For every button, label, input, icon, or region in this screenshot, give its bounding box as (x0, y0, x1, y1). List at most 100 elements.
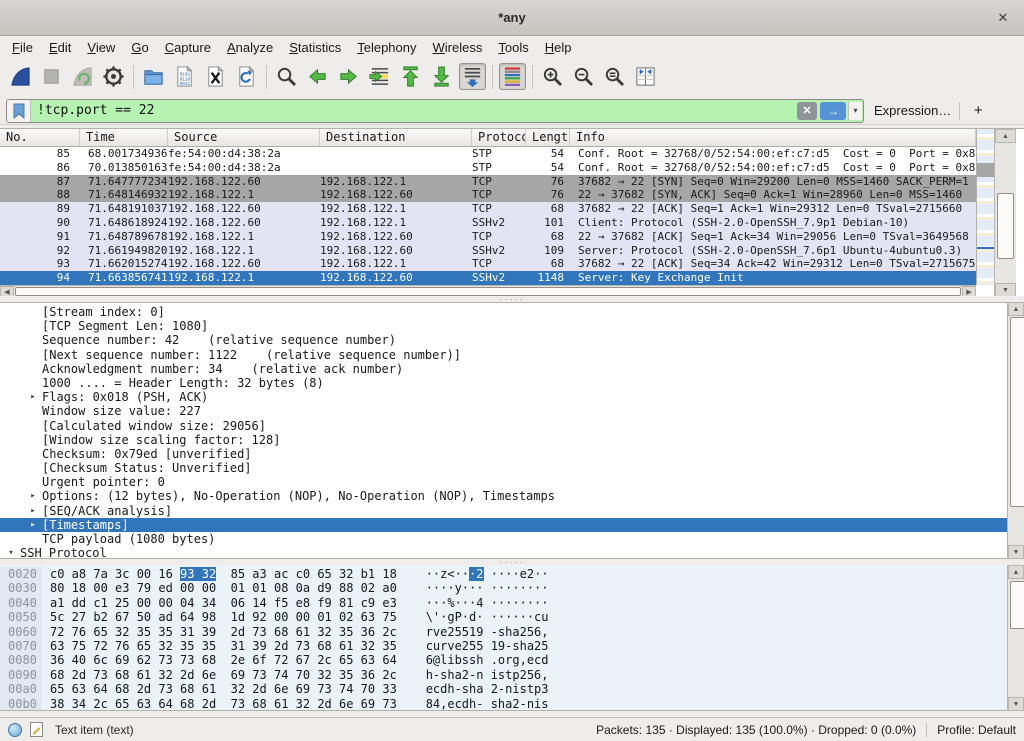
detail-line[interactable]: ▸[Timestamps] (0, 518, 1024, 532)
expression-button[interactable]: Expression… (874, 103, 951, 118)
menu-go[interactable]: Go (123, 38, 156, 57)
go-last-icon[interactable] (428, 63, 455, 90)
packet-list-minimap[interactable] (976, 129, 994, 285)
scroll-up-icon[interactable]: ▲ (1008, 302, 1024, 316)
detail-line[interactable]: Checksum: 0x79ed [unverified] (0, 447, 1024, 461)
detail-line[interactable]: Window size value: 227 (0, 404, 1024, 418)
packet-row-93[interactable]: 9371.662015274192.168.122.60192.168.122.… (0, 257, 976, 271)
detail-line[interactable]: Acknowledgment number: 34 (relative ack … (0, 362, 1024, 376)
scroll-up-icon[interactable]: ▲ (995, 129, 1016, 143)
scroll-down-icon[interactable]: ▼ (1008, 545, 1024, 559)
menu-capture[interactable]: Capture (157, 38, 219, 57)
go-forward-icon[interactable] (335, 63, 362, 90)
packet-list-vscrollbar[interactable]: ▲ ▼ (994, 129, 1016, 297)
menu-tools[interactable]: Tools (490, 38, 536, 57)
detail-line[interactable]: [Calculated window size: 29056] (0, 419, 1024, 433)
find-packet-icon[interactable] (273, 63, 300, 90)
reload-file-icon[interactable] (233, 63, 260, 90)
close-icon[interactable]: ✕ (994, 9, 1012, 27)
start-capture-icon[interactable] (7, 63, 34, 90)
menu-wireless[interactable]: Wireless (425, 38, 491, 57)
add-filter-button[interactable]: + (968, 102, 988, 119)
expander-closed-icon[interactable]: ▸ (26, 518, 40, 532)
column-header-info[interactable]: Info (570, 129, 976, 146)
scroll-thumb[interactable] (1010, 581, 1024, 629)
scroll-thumb[interactable] (15, 287, 961, 296)
filter-bookmark-icon[interactable] (7, 100, 31, 122)
zoom-out-icon[interactable] (570, 63, 597, 90)
go-back-icon[interactable] (304, 63, 331, 90)
expander-closed-icon[interactable]: ▸ (26, 489, 40, 503)
packet-row-85[interactable]: 8568.001734936fe:54:00:d4:38:2aSTP54Conf… (0, 147, 976, 161)
packet-row-94[interactable]: 9471.663856741192.168.122.1192.168.122.6… (0, 271, 976, 285)
detail-line[interactable]: [TCP Segment Len: 1080] (0, 319, 1024, 333)
packet-row-89[interactable]: 8971.648191037192.168.122.60192.168.122.… (0, 202, 976, 216)
hex-row-0080[interactable]: 008036 40 6c 69 62 73 73 68 2e 6f 72 67 … (0, 653, 1024, 667)
expander-closed-icon[interactable]: ▸ (26, 504, 40, 518)
detail-line[interactable]: [Next sequence number: 1122 (relative se… (0, 348, 1024, 362)
open-file-icon[interactable] (140, 63, 167, 90)
column-header-protocol[interactable]: Protocol (472, 129, 526, 146)
menu-telephony[interactable]: Telephony (349, 38, 424, 57)
filter-history-caret-icon[interactable]: ▾ (848, 102, 862, 120)
packet-row-88[interactable]: 8871.648146932192.168.122.1192.168.122.6… (0, 188, 976, 202)
hex-row-0070[interactable]: 007063 75 72 76 65 32 35 35 31 39 2d 73 … (0, 639, 1024, 653)
colorize-icon[interactable] (499, 63, 526, 90)
scroll-down-icon[interactable]: ▼ (995, 283, 1016, 297)
zoom-reset-icon[interactable] (601, 63, 628, 90)
detail-line[interactable]: ▸Options: (12 bytes), No-Operation (NOP)… (0, 489, 1024, 503)
column-header-length[interactable]: Length (526, 129, 570, 146)
bytes-vscrollbar[interactable]: ▲ ▼ (1007, 565, 1024, 711)
detail-line[interactable]: [Stream index: 0] (0, 305, 1024, 319)
restart-capture-icon[interactable] (69, 63, 96, 90)
menu-statistics[interactable]: Statistics (281, 38, 349, 57)
column-header-no[interactable]: No. (0, 129, 80, 146)
column-header-destination[interactable]: Destination (320, 129, 472, 146)
hex-row-00b0[interactable]: 00b038 34 2c 65 63 64 68 2d 73 68 61 32 … (0, 697, 1024, 711)
detail-line[interactable]: Sequence number: 42 (relative sequence n… (0, 333, 1024, 347)
status-profile[interactable]: Profile: Default (937, 723, 1016, 737)
hex-row-0040[interactable]: 0040a1 dd c1 25 00 00 04 34 06 14 f5 e8 … (0, 596, 1024, 610)
save-file-icon[interactable]: 010101100011 (171, 63, 198, 90)
expander-open-icon[interactable]: ▾ (4, 546, 18, 559)
detail-line[interactable]: [Window size scaling factor: 128] (0, 433, 1024, 447)
go-first-icon[interactable] (397, 63, 424, 90)
filter-text[interactable]: !tcp.port == 22 (31, 103, 797, 118)
packet-row-86[interactable]: 8670.013850163fe:54:00:d4:38:2aSTP54Conf… (0, 161, 976, 175)
hex-row-0030[interactable]: 003080 18 00 e3 79 ed 00 00 01 01 08 0a … (0, 581, 1024, 595)
details-vscrollbar[interactable]: ▲ ▼ (1007, 302, 1024, 559)
column-header-time[interactable]: Time (80, 129, 168, 146)
packet-row-87[interactable]: 8771.647777234192.168.122.60192.168.122.… (0, 175, 976, 189)
column-header-source[interactable]: Source (168, 129, 320, 146)
auto-scroll-icon[interactable] (459, 63, 486, 90)
expander-closed-icon[interactable]: ▸ (26, 390, 40, 404)
stop-capture-icon[interactable] (38, 63, 65, 90)
go-to-packet-icon[interactable] (366, 63, 393, 90)
scroll-thumb[interactable] (997, 193, 1014, 259)
detail-line[interactable]: TCP payload (1080 bytes) (0, 532, 1024, 546)
hex-row-00a0[interactable]: 00a065 63 64 68 2d 73 68 61 32 2d 6e 69 … (0, 682, 1024, 696)
menu-analyze[interactable]: Analyze (219, 38, 281, 57)
menu-file[interactable]: File (4, 38, 41, 57)
resize-columns-icon[interactable] (632, 63, 659, 90)
detail-line[interactable]: 1000 .... = Header Length: 32 bytes (8) (0, 376, 1024, 390)
hex-row-0050[interactable]: 00505c 27 b2 67 50 ad 64 98 1d 92 00 00 … (0, 610, 1024, 624)
detail-line[interactable]: Urgent pointer: 0 (0, 475, 1024, 489)
filter-clear-icon[interactable]: ✕ (797, 102, 817, 120)
detail-line[interactable]: [Checksum Status: Unverified] (0, 461, 1024, 475)
hex-row-0060[interactable]: 006072 76 65 32 35 35 31 39 2d 73 68 61 … (0, 625, 1024, 639)
packet-row-92[interactable]: 9271.661949820192.168.122.1192.168.122.6… (0, 244, 976, 258)
filter-apply-icon[interactable]: → (820, 102, 846, 120)
capture-options-icon[interactable] (100, 63, 127, 90)
expert-info-icon[interactable] (8, 723, 22, 737)
detail-line[interactable]: ▸Flags: 0x018 (PSH, ACK) (0, 390, 1024, 404)
menu-help[interactable]: Help (537, 38, 580, 57)
menu-edit[interactable]: Edit (41, 38, 79, 57)
capture-comment-icon[interactable] (30, 722, 43, 737)
hex-row-0020[interactable]: 0020c0 a8 7a 3c 00 16 93 32 85 a3 ac c0 … (0, 567, 1024, 581)
hex-row-0090[interactable]: 009068 2d 73 68 61 32 2d 6e 69 73 74 70 … (0, 668, 1024, 682)
scroll-thumb[interactable] (1010, 317, 1024, 507)
menu-view[interactable]: View (79, 38, 123, 57)
zoom-in-icon[interactable] (539, 63, 566, 90)
close-file-icon[interactable] (202, 63, 229, 90)
